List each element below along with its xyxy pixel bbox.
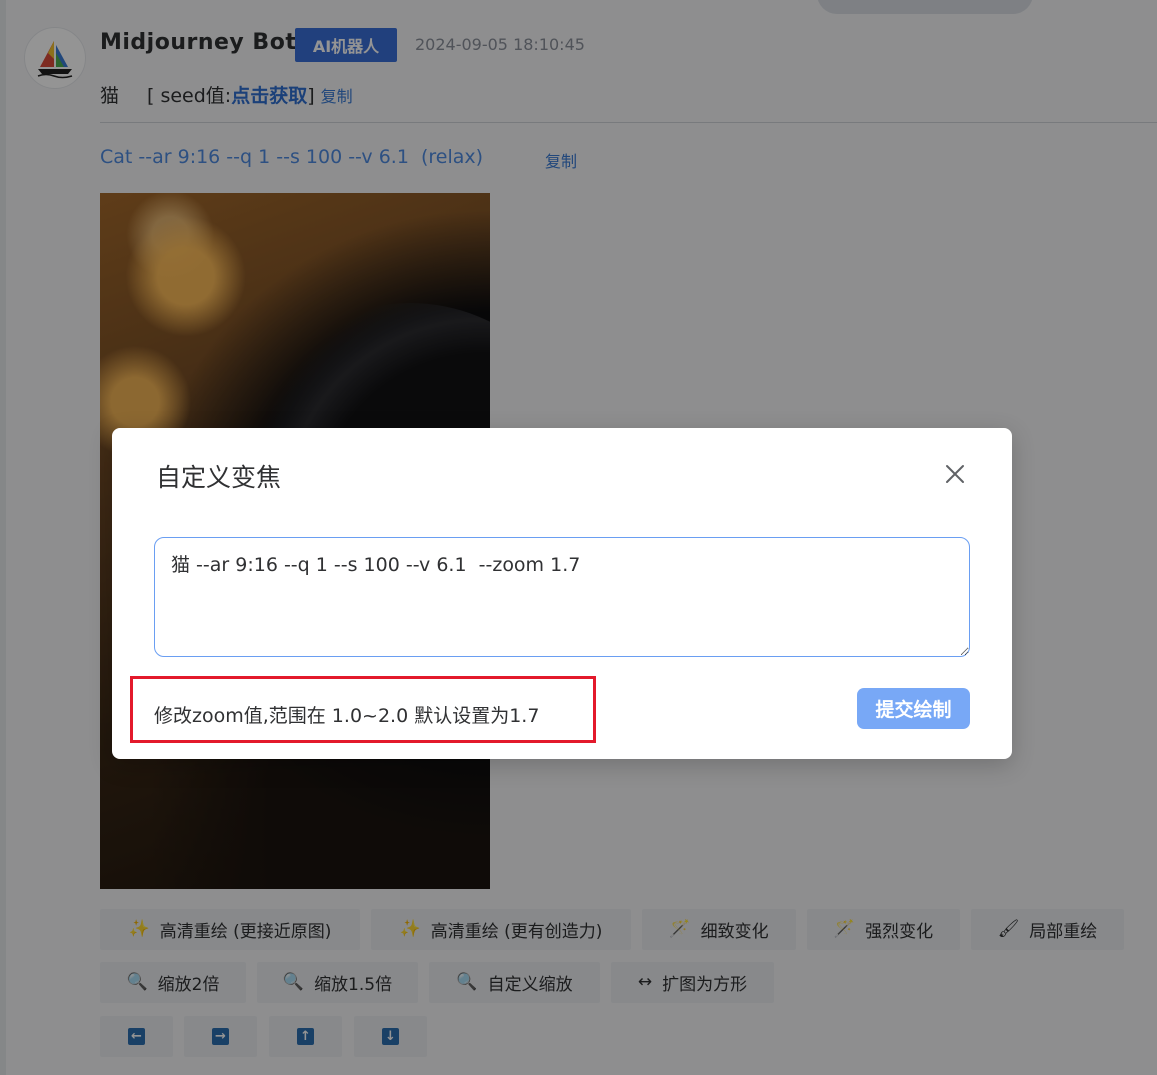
custom-zoom-dialog: 自定义变焦 猫 --ar 9:16 --q 1 --s 100 --v 6.1 … — [112, 428, 1012, 759]
close-icon[interactable] — [943, 462, 967, 486]
submit-button[interactable]: 提交绘制 — [857, 688, 970, 729]
dialog-title: 自定义变焦 — [156, 463, 282, 492]
zoom-hint-text: 修改zoom值,范围在 1.0~2.0 默认设置为1.7 — [154, 705, 540, 727]
prompt-textarea[interactable]: 猫 --ar 9:16 --q 1 --s 100 --v 6.1 --zoom… — [154, 537, 970, 657]
